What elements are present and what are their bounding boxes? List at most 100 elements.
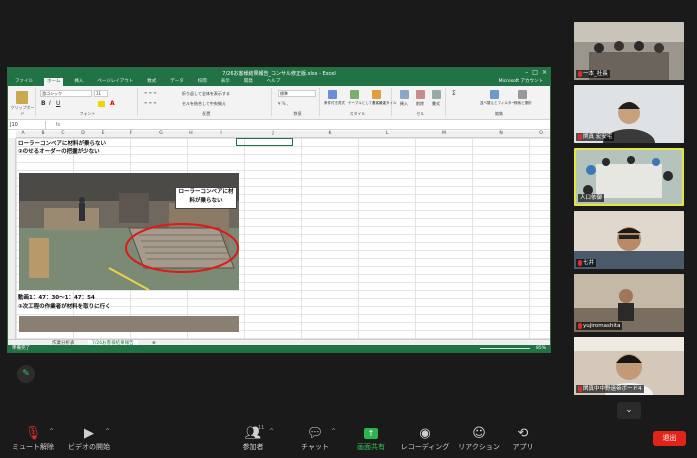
cell-line4: ③次工程の作業者が材料を取りに行く bbox=[18, 304, 111, 310]
col-header[interactable]: I bbox=[216, 131, 226, 136]
cell-style-icon[interactable] bbox=[372, 90, 381, 99]
col-header[interactable]: A bbox=[18, 131, 28, 136]
align-left-icon[interactable]: ≡ ≡ ≡ bbox=[144, 100, 157, 105]
fx-icon[interactable]: fx bbox=[46, 122, 70, 128]
minimize-icon[interactable]: – bbox=[525, 69, 528, 76]
tab-insert[interactable]: 挿入 bbox=[71, 78, 86, 86]
caret-up-icon[interactable]: ^ bbox=[49, 428, 54, 435]
sort-filter-icon[interactable] bbox=[490, 90, 499, 99]
col-header[interactable]: F bbox=[126, 131, 136, 136]
underline-icon[interactable]: U bbox=[56, 100, 60, 107]
share-screen-icon: ↑ bbox=[346, 425, 396, 442]
zoom-level[interactable]: 85% bbox=[536, 345, 546, 352]
start-video-button[interactable]: ▶︎ ビデオの開始 ^ bbox=[64, 425, 114, 452]
excel-title-bar: 7/26お客様結果報告_コンサル修正版.xlsx - Excel – □ × bbox=[8, 68, 550, 78]
fill-color-icon[interactable] bbox=[98, 101, 105, 107]
tab-formulas[interactable]: 数式 bbox=[144, 78, 159, 86]
col-header[interactable]: M bbox=[439, 131, 449, 136]
chat-label: チャット bbox=[301, 443, 329, 451]
group-label: セル bbox=[416, 111, 425, 116]
share-screen-label: 画面共有 bbox=[357, 443, 385, 451]
participants-button[interactable]: 👥︎ 11 参加者 ^ bbox=[228, 425, 278, 452]
group-label: フォント bbox=[79, 111, 96, 116]
name-box[interactable]: J10 bbox=[8, 120, 46, 129]
video-tile-3-active-speaker[interactable]: 人口依御 bbox=[574, 148, 684, 206]
account-label[interactable]: Microsoft アカウント bbox=[496, 78, 546, 86]
italic-icon[interactable]: I bbox=[49, 100, 51, 107]
leave-button[interactable]: 退出 bbox=[653, 431, 686, 446]
bold-icon[interactable]: B bbox=[41, 100, 46, 107]
caret-up-icon[interactable]: ^ bbox=[269, 428, 274, 435]
tab-page-layout[interactable]: ページレイアウト bbox=[94, 78, 136, 86]
participant-name: 一本_社長 bbox=[576, 70, 610, 78]
col-header[interactable]: E bbox=[98, 131, 108, 136]
find-select-icon[interactable] bbox=[518, 90, 527, 99]
reactions-button[interactable]: ☺︎ リアクション bbox=[454, 425, 504, 452]
font-name-select[interactable]: 游ゴシック bbox=[40, 90, 92, 97]
unmute-button[interactable]: 🎙︎ ミュート解除 ^ bbox=[8, 425, 58, 452]
zoom-slider[interactable] bbox=[480, 348, 530, 349]
participant-name-text: 閑真 宏安宅 bbox=[583, 134, 613, 140]
caret-up-icon[interactable]: ^ bbox=[331, 428, 336, 435]
column-headers: A B C D E F G H I J K L M N O bbox=[16, 131, 550, 138]
font-color-icon[interactable]: A bbox=[110, 100, 115, 107]
delete-cells-icon[interactable] bbox=[416, 90, 425, 99]
chat-button[interactable]: 💬︎ チャット ^ bbox=[290, 425, 340, 452]
format-label: 書式 bbox=[432, 101, 440, 106]
video-tile-1[interactable]: 一本_社長 bbox=[574, 22, 684, 80]
share-screen-button[interactable]: ↑ 画面共有 bbox=[346, 425, 396, 452]
table-format-icon[interactable] bbox=[350, 90, 359, 99]
sort-filter-label: 並べ替えとフィルター bbox=[480, 101, 515, 105]
apps-icon: ⟲ bbox=[517, 426, 529, 441]
caret-up-icon[interactable]: ^ bbox=[105, 428, 110, 435]
align-top-icon[interactable]: ≡ ≡ ≡ bbox=[144, 90, 157, 95]
tab-home[interactable]: ホーム bbox=[44, 78, 64, 86]
selected-cell[interactable] bbox=[236, 138, 293, 146]
format-cells-icon[interactable] bbox=[432, 90, 441, 99]
col-header[interactable]: K bbox=[325, 131, 335, 136]
col-header[interactable]: G bbox=[156, 131, 166, 136]
insert-cells-icon[interactable] bbox=[400, 90, 409, 99]
maximize-icon[interactable]: □ bbox=[532, 69, 538, 76]
close-icon[interactable]: × bbox=[542, 69, 547, 76]
video-tile-4[interactable]: 七井 bbox=[574, 211, 684, 269]
tab-help[interactable]: ヘルプ bbox=[264, 78, 284, 86]
merge-center-button[interactable]: セルを結合して中央揃え bbox=[182, 101, 226, 107]
col-header[interactable]: J bbox=[268, 131, 278, 136]
number-format-select[interactable]: 標準 bbox=[278, 90, 316, 97]
col-header[interactable]: B bbox=[38, 131, 48, 136]
tab-data[interactable]: データ bbox=[167, 78, 187, 86]
tab-view[interactable]: 表示 bbox=[218, 78, 233, 86]
apps-button[interactable]: ⟲ アプリ bbox=[498, 425, 548, 452]
chevron-down-icon[interactable]: ⌄ bbox=[617, 402, 641, 419]
video-tile-5[interactable]: yujiromashita bbox=[574, 274, 684, 332]
paste-icon[interactable] bbox=[16, 91, 28, 104]
record-button[interactable]: ◉ レコーディング bbox=[400, 425, 450, 452]
col-header[interactable]: O bbox=[536, 131, 546, 136]
group-editing: Σ 並べ替えとフィルター 検索と選択 編集 bbox=[450, 88, 548, 116]
autosum-icon[interactable]: Σ bbox=[452, 90, 456, 97]
col-header[interactable]: C bbox=[58, 131, 68, 136]
participants-count: 11 bbox=[258, 425, 265, 431]
video-tile-6[interactable]: 閑真中中野遠帝ボード4 bbox=[574, 337, 684, 395]
video-tile-2[interactable]: 閑真 宏安宅 bbox=[574, 85, 684, 143]
participant-name-text: 一本_社長 bbox=[583, 71, 608, 77]
col-header[interactable]: L bbox=[382, 131, 392, 136]
number-format-icons[interactable]: ¥ % , bbox=[278, 101, 288, 106]
wrap-text-button[interactable]: 折り返して全体を表示する bbox=[182, 91, 230, 97]
participant-name-text: 閑真中中野遠帝ボード4 bbox=[583, 386, 642, 392]
annotate-pencil-icon[interactable]: ✎ bbox=[17, 365, 35, 383]
col-header[interactable]: D bbox=[78, 131, 88, 136]
spreadsheet-grid[interactable]: A B C D E F G H I J K L M N O ローラーコンベアに材… bbox=[8, 131, 550, 339]
col-header[interactable]: H bbox=[186, 131, 196, 136]
col-header[interactable]: N bbox=[496, 131, 506, 136]
row-headers bbox=[8, 138, 16, 339]
tab-file[interactable]: ファイル bbox=[12, 78, 36, 86]
factory-photo-2[interactable] bbox=[19, 316, 239, 332]
group-font: 游ゴシック 11 B I U A フォント bbox=[38, 88, 138, 116]
tab-developer[interactable]: 開発 bbox=[241, 78, 256, 86]
tab-review[interactable]: 校閲 bbox=[195, 78, 210, 86]
font-size-select[interactable]: 11 bbox=[94, 90, 108, 97]
formula-input[interactable] bbox=[70, 121, 550, 129]
conditional-format-icon[interactable] bbox=[328, 90, 337, 99]
